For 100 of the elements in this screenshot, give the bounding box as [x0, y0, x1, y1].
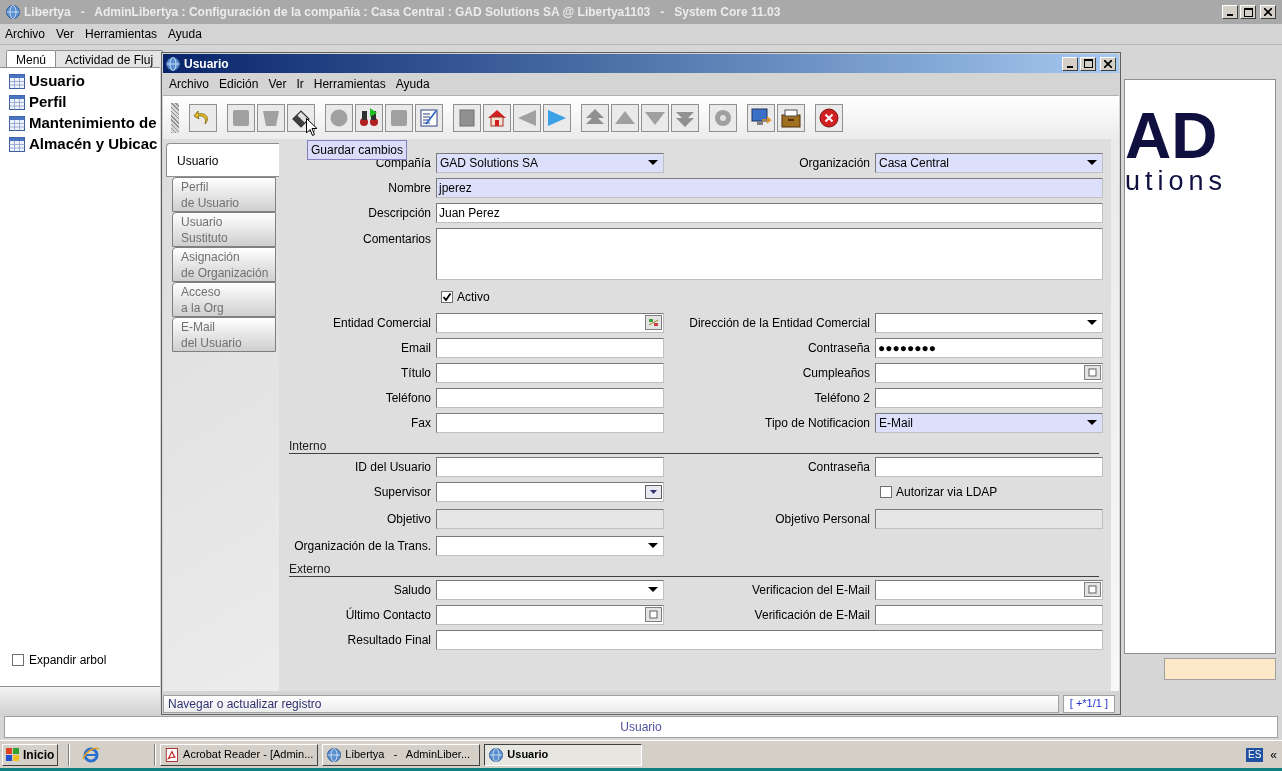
checklist-icon[interactable] — [415, 103, 443, 132]
input-field[interactable] — [436, 412, 664, 433]
record-counter: [ +*1/1 ] — [1062, 694, 1115, 713]
checkbox-label: Autorizar via LDAP — [896, 483, 998, 501]
maximize-button[interactable] — [1240, 5, 1256, 19]
undo-icon[interactable] — [189, 103, 217, 132]
menu-item[interactable]: Herramientas — [313, 75, 386, 93]
square-icon[interactable] — [227, 103, 255, 132]
taskbar-button[interactable]: Usuario — [484, 743, 643, 766]
globe-icon — [327, 747, 342, 762]
input-field[interactable]: jperez — [436, 177, 1103, 198]
input-field[interactable] — [436, 508, 664, 529]
logo-text: utions — [1125, 165, 1229, 197]
status-text: Navegar o actualizar registro — [168, 695, 322, 713]
checkbox[interactable] — [880, 485, 892, 498]
binoculars-icon[interactable] — [355, 103, 383, 132]
briefcase-icon[interactable] — [777, 103, 805, 132]
input-field[interactable] — [875, 456, 1103, 477]
field-label: Contraseña — [806, 458, 870, 476]
maximize-button[interactable] — [1080, 56, 1096, 71]
dropdown-field[interactable]: Casa Central — [875, 152, 1103, 173]
tree-item[interactable]: Almacén y Ubicac — [29, 132, 158, 156]
menu-item[interactable]: Edición — [219, 75, 259, 93]
field-label: Email — [400, 339, 431, 357]
side-tab[interactable]: E-Mail del Usuario — [172, 317, 276, 352]
input-field[interactable]: Juan Perez — [436, 202, 1103, 223]
maximize-icon — [1243, 7, 1253, 17]
tab[interactable]: Menú — [6, 50, 57, 67]
dropdown-field[interactable]: GAD Solutions SA — [436, 152, 664, 173]
menu-item[interactable]: Herramientas — [85, 25, 158, 43]
dropdown-field[interactable]: E-Mail — [875, 412, 1103, 433]
menu-item[interactable]: Ver — [56, 25, 75, 43]
text-area[interactable] — [436, 228, 1103, 280]
checkbox-label: Activo — [457, 288, 490, 306]
date-field[interactable] — [875, 579, 1103, 600]
gear-icon[interactable] — [709, 103, 737, 132]
menu-item[interactable]: Ayuda — [395, 75, 430, 93]
lookup-field[interactable] — [436, 312, 664, 333]
monitor-icon[interactable] — [747, 103, 775, 132]
dropdown-field[interactable] — [436, 481, 664, 502]
stop-icon[interactable] — [815, 103, 843, 132]
menu-item[interactable]: Archivo — [5, 25, 45, 43]
field-label: Comentarios — [361, 231, 431, 248]
input-field[interactable] — [436, 629, 1103, 650]
close-button[interactable] — [1260, 5, 1276, 19]
calendar-icon — [645, 607, 662, 622]
input-field[interactable] — [436, 456, 664, 477]
input-field[interactable] — [875, 604, 1103, 625]
globe-icon — [6, 5, 20, 19]
toolbar-grip[interactable] — [171, 102, 179, 133]
input-field[interactable] — [1164, 658, 1276, 680]
side-tab[interactable]: Perfil de Usuario — [172, 177, 276, 212]
section-title: Interno — [289, 439, 327, 453]
menu-item[interactable]: Archivo — [169, 75, 209, 93]
tree-item[interactable]: Perfil — [29, 90, 67, 114]
browser-icon[interactable] — [82, 745, 101, 764]
checkbox[interactable] — [441, 290, 453, 303]
menu-item[interactable]: Ayuda — [168, 25, 202, 43]
side-tab[interactable]: Acceso a la Org — [172, 282, 276, 317]
field-label: Supervisor — [372, 483, 431, 501]
input-field[interactable] — [436, 362, 664, 383]
start-button[interactable]: Inicio — [2, 743, 59, 766]
menu-item[interactable]: Ver — [268, 75, 287, 93]
globe-icon — [489, 747, 504, 762]
minimize-button[interactable] — [1222, 5, 1238, 19]
side-tab[interactable]: Usuario — [166, 143, 279, 177]
tray-expand-button[interactable]: « — [1267, 745, 1280, 764]
field-label: Cumpleaños — [801, 364, 870, 382]
dropdown-field[interactable] — [875, 312, 1103, 333]
dropdown-field[interactable] — [436, 535, 664, 556]
input-field[interactable] — [436, 387, 664, 408]
input-field[interactable] — [875, 508, 1103, 529]
tree-item[interactable]: Mantenimiento de — [29, 111, 157, 135]
side-tab[interactable]: Usuario Sustituto — [172, 212, 276, 247]
date-field[interactable] — [875, 362, 1103, 383]
input-field[interactable] — [875, 387, 1103, 408]
house-icon[interactable] — [483, 103, 511, 132]
language-indicator[interactable]: ES — [1245, 747, 1264, 762]
minimize-button[interactable] — [1062, 56, 1078, 71]
tree-item[interactable]: Usuario — [29, 69, 85, 93]
calendar-icon — [1084, 365, 1101, 380]
minimize-icon — [1227, 14, 1233, 16]
taskbar-button[interactable]: Libertya - AdminLiber... — [322, 743, 481, 766]
input-field[interactable] — [436, 337, 664, 358]
page-icon[interactable] — [453, 103, 481, 132]
input-field[interactable]: ●●●●●●●● — [875, 337, 1103, 358]
tooltip: Guardar cambios — [307, 140, 408, 160]
field-label: Tipo de Notificacion — [764, 414, 870, 432]
taskbar-button[interactable]: Acrobat Reader - [Admin... — [160, 743, 319, 766]
menu-item[interactable]: Ir — [296, 75, 304, 93]
checkbox[interactable] — [12, 654, 24, 666]
field-label: Objetivo — [385, 510, 431, 528]
date-field[interactable] — [436, 604, 664, 625]
tab[interactable]: Actividad de Fluj — [55, 50, 164, 67]
close-icon — [1104, 59, 1112, 68]
cursor-icon — [306, 118, 318, 137]
dropdown-field[interactable] — [436, 579, 664, 600]
field-value: E-Mail — [878, 414, 913, 432]
close-button[interactable] — [1100, 56, 1116, 71]
side-tab[interactable]: Asignación de Organización — [172, 247, 276, 282]
